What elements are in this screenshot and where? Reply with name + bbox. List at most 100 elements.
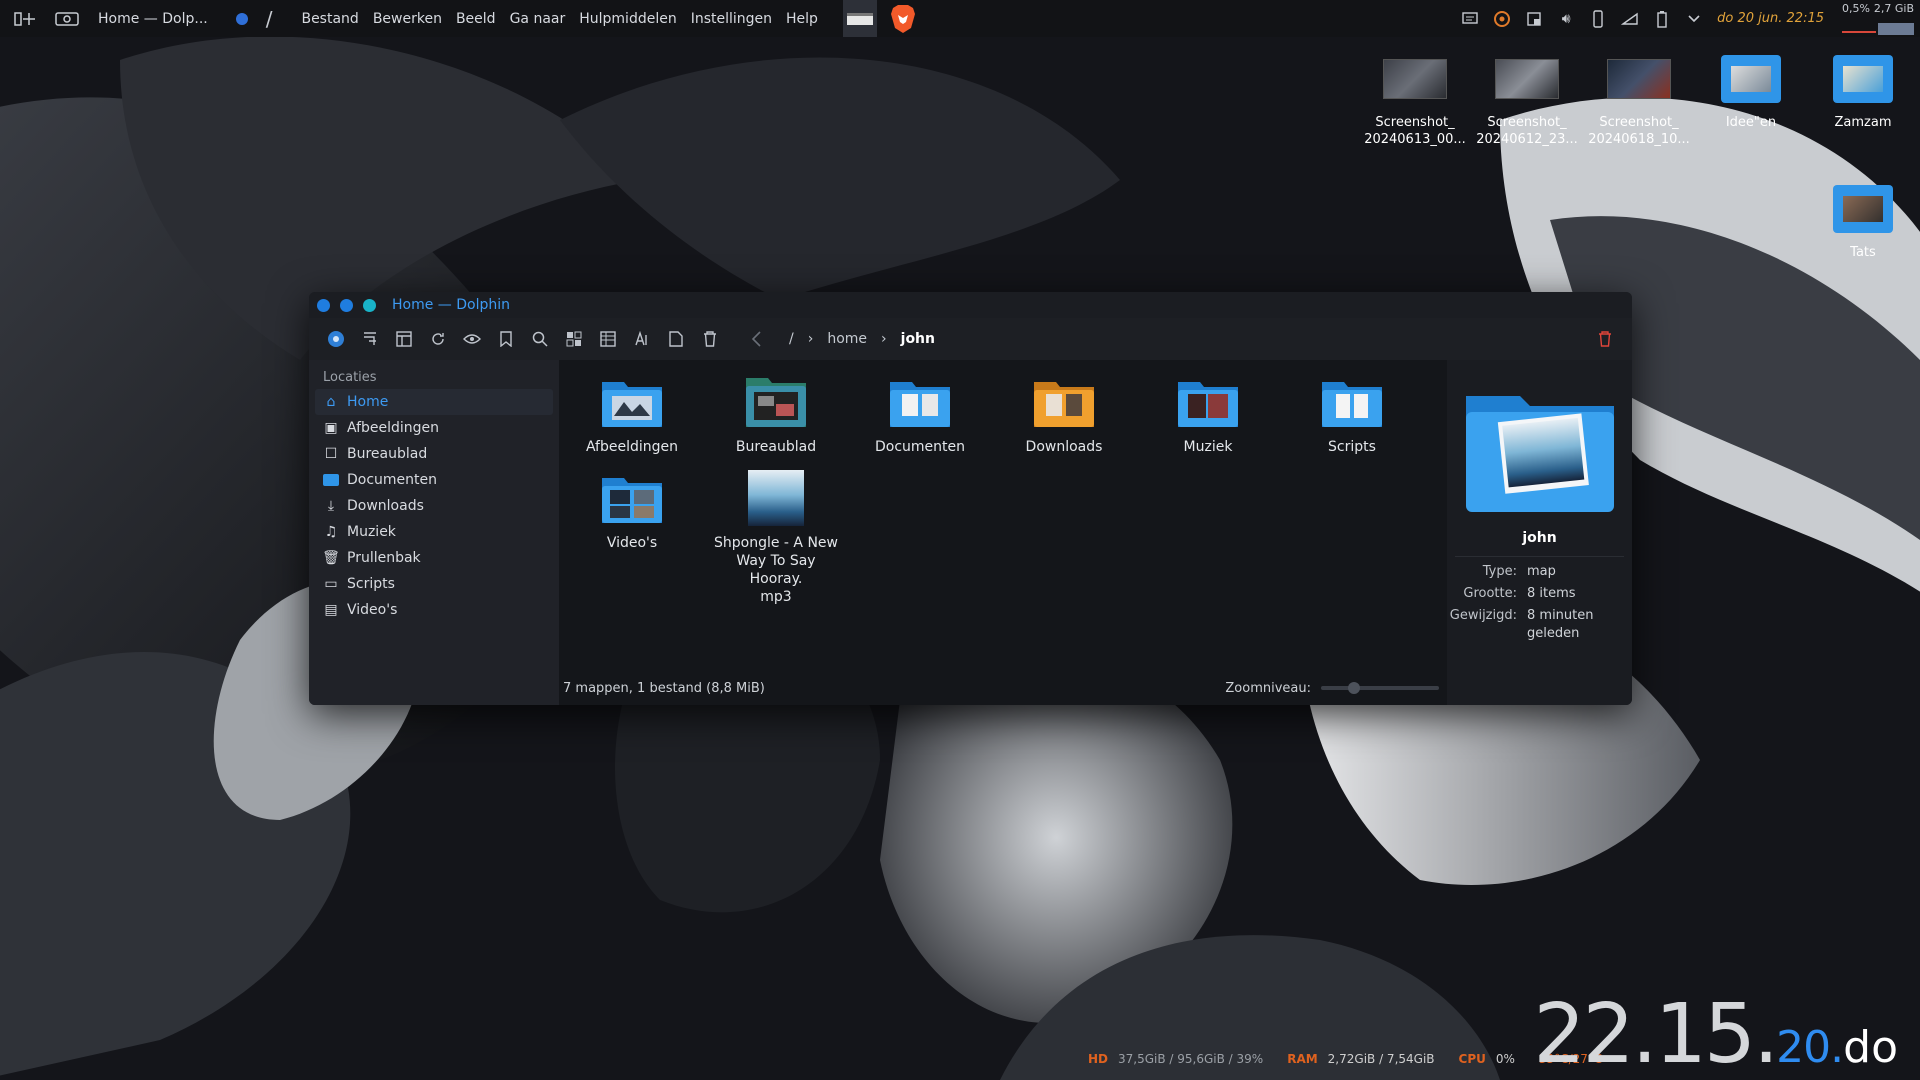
volume-icon[interactable]: 🔊︎	[1557, 10, 1575, 28]
ram-value: 2,72GiB / 7,54GiB	[1327, 1052, 1435, 1066]
sidebar-item-documenten[interactable]: Documenten	[315, 467, 553, 493]
minimize-window-button[interactable]	[340, 298, 353, 312]
active-task-title[interactable]: Home — Dolp...	[98, 11, 208, 27]
breadcrumb-home[interactable]: home	[827, 331, 867, 347]
dolphin-task-icon[interactable]	[842, 0, 877, 37]
back-icon[interactable]	[739, 322, 773, 356]
sidebar-item-home[interactable]: ⌂ Home	[315, 389, 553, 415]
file-item-videos[interactable]: Video's	[567, 470, 697, 552]
desktop-icon-screenshot-1[interactable]: Screenshot_ 20240613_00...	[1360, 54, 1470, 148]
image-thumbnail-icon	[1383, 54, 1447, 104]
brave-browser-icon[interactable]	[887, 3, 919, 35]
clipboard-icon[interactable]	[1525, 10, 1543, 28]
phone-connect-icon[interactable]	[1589, 9, 1607, 28]
breadcrumb-john[interactable]: john	[901, 331, 935, 347]
sidebar-item-bureaublad[interactable]: ☐ Bureaublad	[315, 441, 553, 467]
delete-icon[interactable]	[1588, 322, 1622, 356]
desktop-icon-label: 20240613_00...	[1364, 132, 1466, 147]
menu-hulpmiddelen[interactable]: Hulpmiddelen	[572, 11, 683, 27]
network-icon[interactable]	[1621, 10, 1639, 28]
desktop-icon-screenshot-3[interactable]: Screenshot_ 20240618_10...	[1584, 54, 1694, 148]
menu-ga-naar[interactable]: Ga naar	[503, 11, 573, 27]
application-launcher-icon[interactable]	[12, 6, 38, 32]
sidebar-item-muziek[interactable]: ♫ Muziek	[315, 519, 553, 545]
sidebar-item-scripts[interactable]: ▭ Scripts	[315, 571, 553, 597]
information-panel: john Type: map Grootte: 8 items Gewijzigd:…	[1447, 360, 1632, 705]
file-item-scripts[interactable]: Scripts	[1287, 374, 1417, 456]
panel-clock[interactable]: do 20 jun. 22:15	[1717, 11, 1824, 26]
downloads-folder-icon	[1034, 382, 1094, 427]
zoom-slider-handle[interactable]	[1347, 682, 1360, 694]
desktop-icon-tats[interactable]: Tats	[1808, 184, 1918, 261]
desktop-icon-label: Screenshot_	[1375, 115, 1455, 130]
clock-hours-minutes: 22.15.	[1533, 987, 1779, 1080]
file-item-afbeeldingen[interactable]: Afbeeldingen	[567, 374, 697, 456]
maximize-window-button[interactable]	[363, 298, 376, 312]
file-item-muziek[interactable]: Muziek	[1143, 374, 1273, 456]
places-sidebar: Locaties ⌂ Home ▣ Afbeeldingen ☐ Bureaublad…	[309, 360, 559, 705]
bookmark-icon[interactable]	[489, 322, 523, 356]
file-item-downloads[interactable]: Downloads	[999, 374, 1129, 456]
updates-icon[interactable]	[1493, 10, 1511, 28]
system-monitor-widget[interactable]: 0,5% 2,7 GiB	[1838, 0, 1916, 37]
folder-icon	[323, 472, 339, 488]
chevron-down-icon[interactable]	[1685, 10, 1703, 28]
desktop-icon-zamzam[interactable]: Zamzam	[1808, 54, 1918, 131]
desktop-icon-ideeen[interactable]: Idee"en	[1696, 54, 1806, 131]
info-size-row: Grootte: 8 items	[1447, 585, 1632, 603]
menu-help[interactable]: Help	[779, 11, 825, 27]
window-titlebar[interactable]: Home — Dolphin	[309, 292, 1632, 318]
desktop-icon: ☐	[324, 446, 338, 462]
large-folder-preview-icon	[1465, 396, 1614, 512]
sidebar-item-videos[interactable]: ▤ Video's	[315, 597, 553, 623]
sidebar-heading: Locaties	[323, 370, 377, 385]
battery-icon[interactable]	[1653, 10, 1671, 28]
notifications-icon[interactable]	[1461, 10, 1479, 28]
info-type-row: Type: map	[1447, 563, 1632, 581]
search-icon[interactable]	[523, 322, 557, 356]
sidebar-item-downloads[interactable]: ⤓ Downloads	[315, 493, 553, 519]
desktop-icon-label: Idee"en	[1725, 115, 1777, 130]
show-hidden-icon[interactable]	[455, 322, 489, 356]
hd-label: HD	[1088, 1052, 1109, 1066]
panels-icon[interactable]	[387, 322, 421, 356]
desktop-icon-screenshot-2[interactable]: Screenshot_ 20240612_23...	[1472, 54, 1582, 148]
breadcrumb-separator-icon: ›	[881, 331, 887, 347]
file-item-bureaublad[interactable]: Bureaublad	[711, 374, 841, 456]
image-thumbnail-icon	[1607, 54, 1671, 104]
details-view-icon[interactable]	[591, 322, 625, 356]
close-window-button[interactable]	[317, 298, 330, 312]
new-file-icon[interactable]	[659, 322, 693, 356]
file-label: mp3	[760, 589, 792, 605]
trash-icon[interactable]	[693, 322, 727, 356]
menu-bestand[interactable]: Bestand	[294, 11, 365, 27]
file-label: Shpongle - A New	[714, 535, 838, 551]
documents-folder-icon	[890, 382, 950, 427]
cpu-value: 0%	[1495, 1052, 1515, 1066]
file-view[interactable]: Afbeeldingen Bureaublad Documenten Downl…	[559, 360, 1447, 705]
rename-icon[interactable]	[625, 322, 659, 356]
music-folder-icon	[1178, 382, 1238, 427]
sidebar-item-label: Scripts	[347, 576, 395, 592]
menu-beeld[interactable]: Beeld	[449, 11, 503, 27]
sidebar-item-prullenbak[interactable]: 🗑︎ Prullenbak	[315, 545, 553, 571]
icons-view-icon[interactable]	[557, 322, 591, 356]
breadcrumb-root[interactable]: /	[789, 331, 794, 347]
file-item-documenten[interactable]: Documenten	[855, 374, 985, 456]
system-stats-widget: HD 37,5GiB / 95,6GiB / 39% RAM 2,72GiB /…	[1088, 1052, 1602, 1066]
folder-outline-icon: ▭	[324, 576, 338, 592]
sidebar-item-afbeeldingen[interactable]: ▣ Afbeeldingen	[315, 415, 553, 441]
sidebar-item-label: Bureaublad	[347, 446, 428, 462]
screenshot-icon[interactable]	[54, 6, 80, 32]
cpu-label: CPU	[1458, 1052, 1486, 1066]
breadcrumb-separator-icon: ›	[807, 331, 814, 347]
menu-bewerken[interactable]: Bewerken	[366, 11, 449, 27]
file-item-shpongle-mp3[interactable]: Shpongle - A New Way To Say Hooray. mp3	[711, 470, 841, 606]
refresh-icon[interactable]	[421, 322, 455, 356]
info-value: 8 items	[1527, 586, 1576, 601]
places-panel-icon[interactable]	[319, 322, 353, 356]
split-view-icon[interactable]	[353, 322, 387, 356]
hd-value: 37,5GiB / 95,6GiB / 39%	[1118, 1052, 1264, 1066]
zoom-slider[interactable]	[1321, 682, 1439, 694]
menu-instellingen[interactable]: Instellingen	[684, 11, 779, 27]
